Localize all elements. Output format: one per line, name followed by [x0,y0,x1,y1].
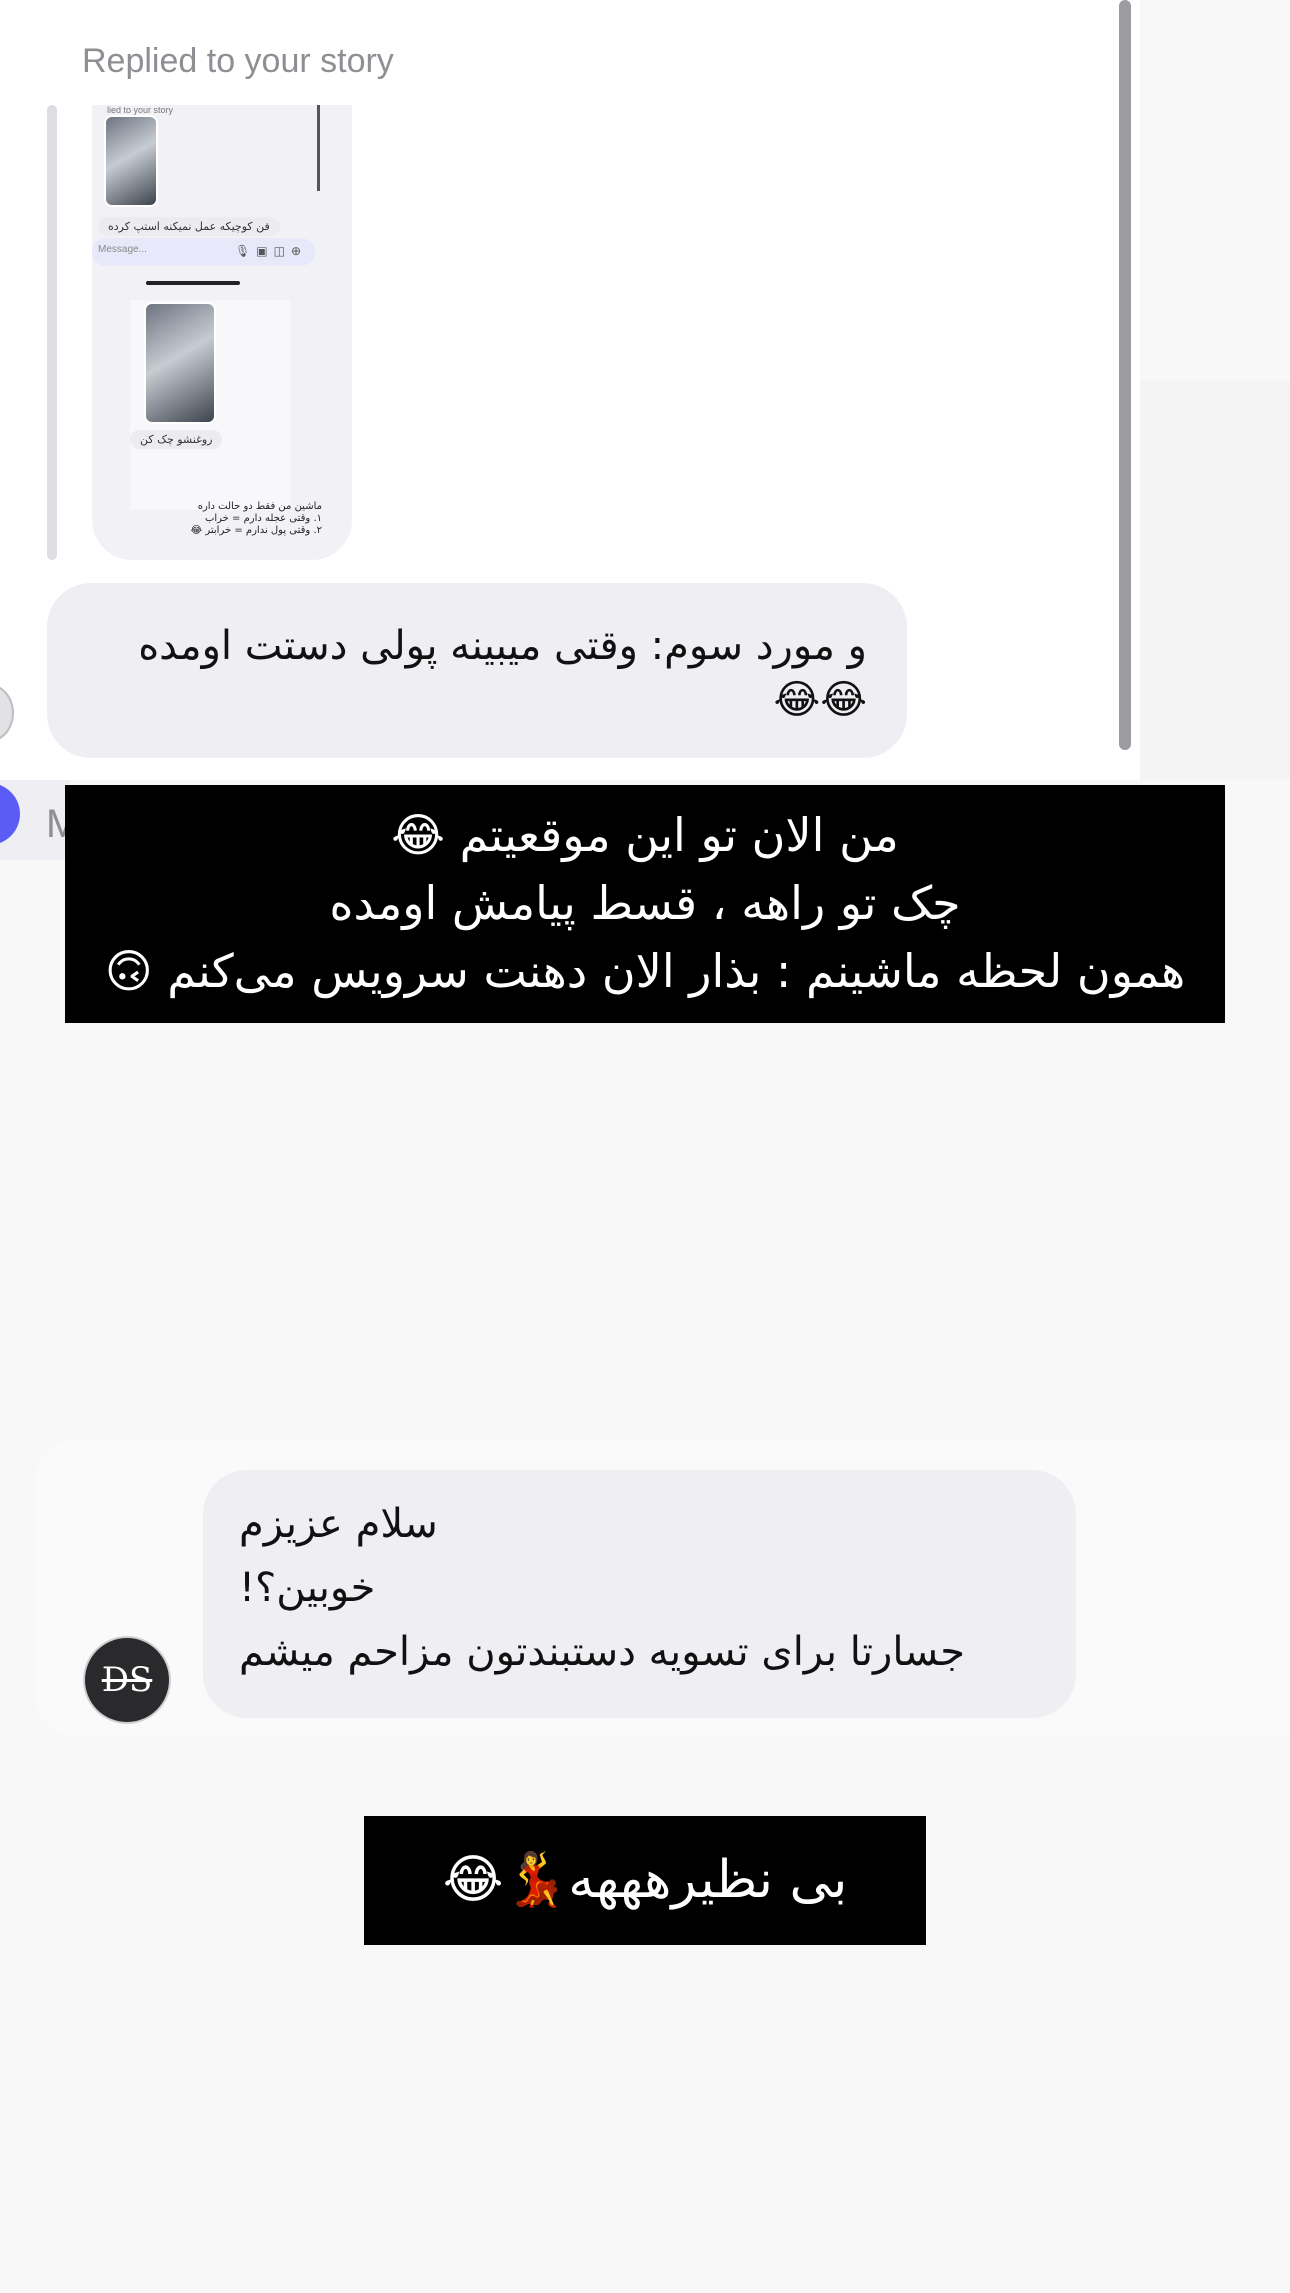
overlay-caption-line-3: همون لحظه ماشینم : بذار الان دهنت سرویس … [104,944,1186,998]
incoming-message-line-2: خوبین؟! [239,1565,376,1611]
incoming-message-bubble[interactable]: سلام عزیزم خوبین؟! جسارتا برای تسویه دست… [203,1470,1076,1718]
overlay-caption-line-1: من الان تو این موقعیتم 😂 [391,808,899,862]
overlay-caption-line-2: چک تو راهه ، قسط پیامش اومده [329,876,961,930]
scrollbar[interactable] [1119,0,1131,750]
thumbnail-divider [317,105,320,191]
thumbnail-input-placeholder: Message... [98,244,147,255]
incoming-message-line-3: جسارتا برای تسویه دستبندتون مزاحم میشم [239,1629,965,1675]
thumbnail-message-1: فن کوچیکه عمل نمیکنه استپ کرده [98,217,280,236]
thumbnail-message-2: روغنشو چک کن [130,430,223,449]
thumbnail-text: ماشین من فقط دو حالت داره ۱. وقتی عجله د… [190,501,323,536]
story-thumbnail[interactable]: lied to your story فن کوچیکه عمل نمیکنه … [92,105,352,560]
thumbnail-car-image [104,115,158,207]
sender-avatar[interactable]: DS [83,1636,171,1724]
incoming-message-line-1: سلام عزیزم [239,1501,438,1547]
quote-bar [47,105,57,560]
thumbnail-car-image-2 [144,302,216,424]
message-bubble[interactable]: و مورد سوم: وقتی میبینه پولی دستت اومده … [47,583,907,758]
thumbnail-input: Message... 🎙▣◫⊕ [92,238,315,266]
thumbnail-input-icons: 🎙▣◫⊕ [235,244,307,258]
thumbnail-home-indicator [146,281,240,285]
story-reply-label: Replied to your story [82,42,394,80]
overlay-caption-bottom: بی نظیرهههه💃😂 [364,1816,926,1945]
message-text: و مورد سوم: وقتی میبینه پولی دستت اومده … [138,623,867,723]
overlay-caption: من الان تو این موقعیتم 😂 چک تو راهه ، قس… [65,785,1225,1023]
thumbnail-caption: lied to your story [107,105,174,115]
background-shade [1140,380,1290,780]
